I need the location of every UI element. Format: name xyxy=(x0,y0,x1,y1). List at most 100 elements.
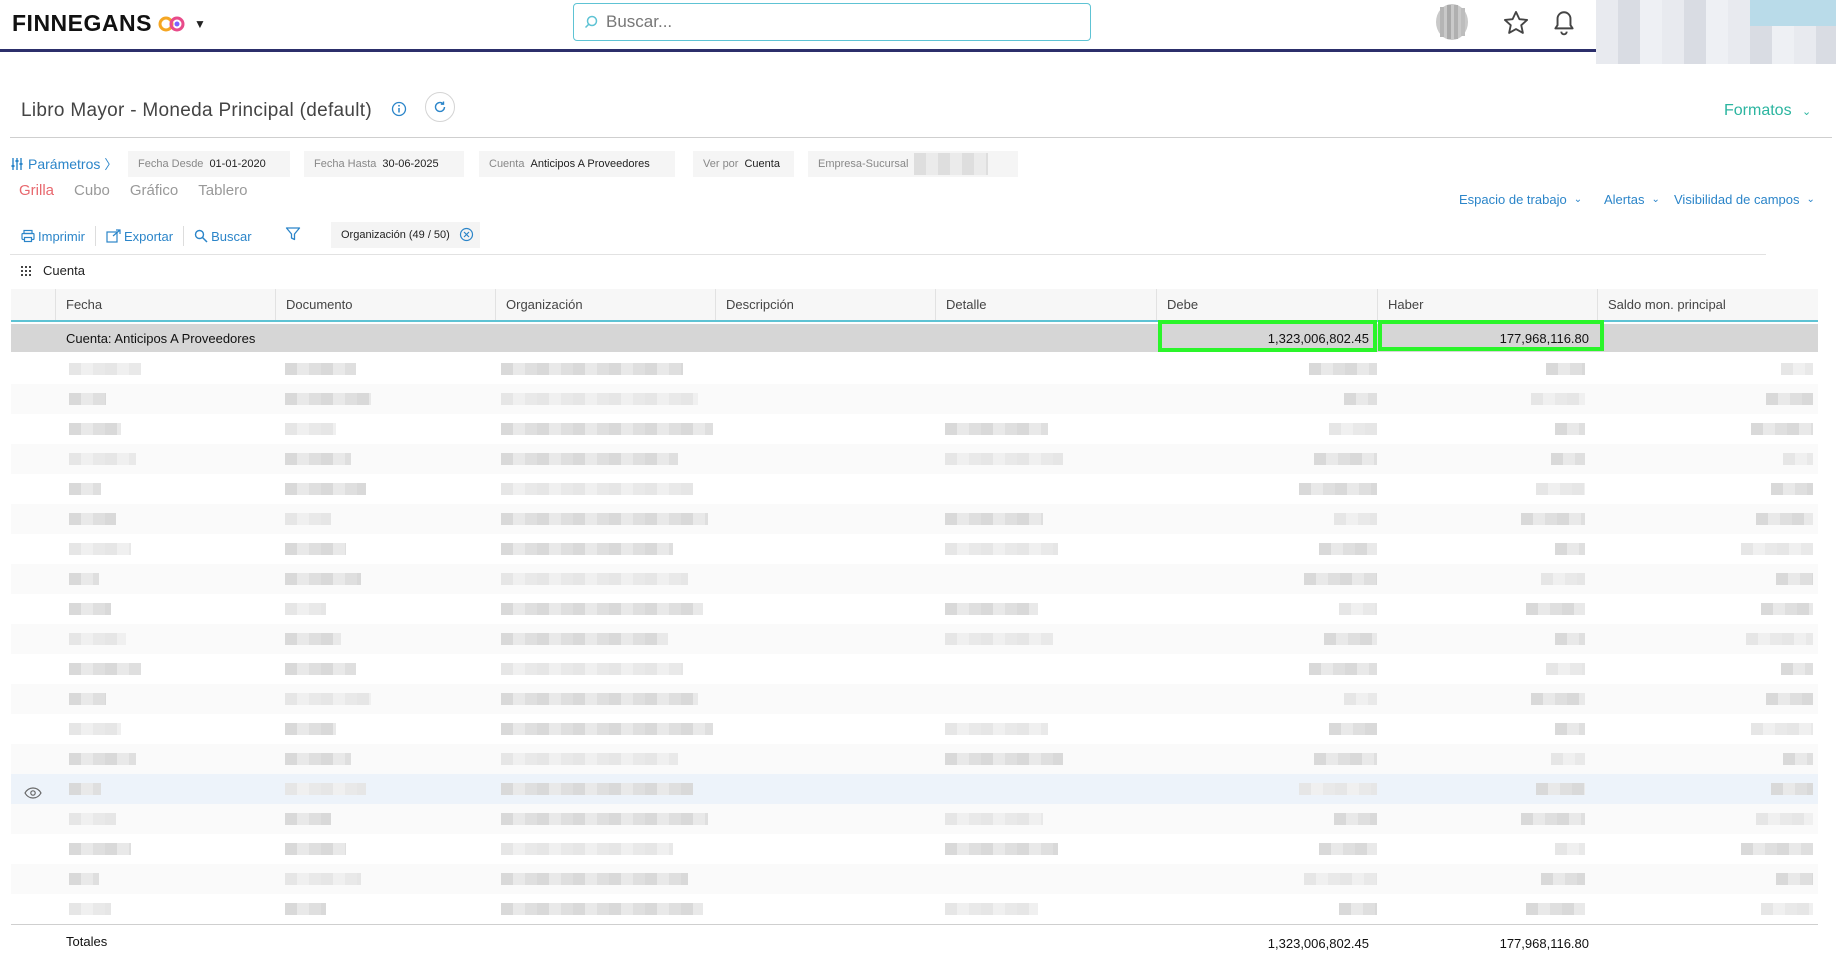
alertas-dropdown[interactable]: Alertas ⌄ xyxy=(1604,192,1660,207)
redacted-cell xyxy=(69,513,116,525)
visibilidad-campos-label: Visibilidad de campos xyxy=(1674,192,1800,207)
redacted-cell xyxy=(501,873,688,885)
redacted-cell xyxy=(1521,813,1585,825)
redacted-cell xyxy=(285,843,346,855)
table-row[interactable] xyxy=(11,744,1818,774)
column-header-fecha[interactable]: Fecha xyxy=(55,289,275,320)
table-row[interactable] xyxy=(11,804,1818,834)
param-fecha-hasta[interactable]: Fecha Hasta 30-06-2025 xyxy=(304,151,464,177)
table-row[interactable] xyxy=(11,834,1818,864)
param-fecha-desde[interactable]: Fecha Desde 01-01-2020 xyxy=(128,151,290,177)
grouping-chip-cuenta[interactable]: Cuenta xyxy=(43,263,85,278)
visibilidad-campos-dropdown[interactable]: Visibilidad de campos ⌄ xyxy=(1674,192,1815,207)
redacted-cell xyxy=(1783,753,1813,765)
redacted-cell xyxy=(501,903,703,915)
redacted-cell xyxy=(1319,543,1377,555)
brand-menu-chevron-icon[interactable]: ▼ xyxy=(194,17,206,31)
redacted-cell xyxy=(501,543,673,555)
redacted-cell xyxy=(945,843,1058,855)
tab-grafico[interactable]: Gráfico xyxy=(130,182,178,199)
redacted-cell xyxy=(1344,393,1377,405)
grid-dots-icon[interactable] xyxy=(21,265,31,276)
column-header-haber[interactable]: Haber xyxy=(1377,289,1597,320)
redacted-cell xyxy=(285,633,341,645)
table-row[interactable] xyxy=(11,414,1818,444)
table-row[interactable] xyxy=(11,684,1818,714)
param-value: Cuenta xyxy=(744,158,780,170)
redacted-cell xyxy=(1339,903,1377,915)
notifications-bell-icon[interactable] xyxy=(1546,6,1582,40)
global-search[interactable] xyxy=(573,3,1091,41)
column-header-debe[interactable]: Debe xyxy=(1156,289,1377,320)
tab-tablero[interactable]: Tablero xyxy=(198,182,247,199)
remove-filter-close-icon[interactable] xyxy=(459,227,474,245)
table-row[interactable] xyxy=(11,894,1818,924)
redacted-cell xyxy=(501,813,708,825)
grid-search-button[interactable]: Buscar xyxy=(194,229,261,244)
table-row[interactable] xyxy=(11,594,1818,624)
alertas-label: Alertas xyxy=(1604,192,1645,207)
redacted-cell xyxy=(1334,813,1377,825)
row-selector-header xyxy=(11,289,55,320)
table-row[interactable] xyxy=(11,474,1818,504)
column-header-descripcion[interactable]: Descripción xyxy=(715,289,935,320)
company-avatar[interactable] xyxy=(1434,3,1470,41)
redacted-cell xyxy=(1766,393,1813,405)
column-header-saldo[interactable]: Saldo mon. principal xyxy=(1597,289,1818,320)
print-button[interactable]: Imprimir xyxy=(21,229,95,244)
redacted-cell xyxy=(1756,813,1813,825)
organizacion-filter-chip[interactable]: Organización (49 / 50) xyxy=(331,222,480,248)
formatos-dropdown[interactable]: Formatos ⌄ xyxy=(1724,102,1811,120)
column-header-organizacion[interactable]: Organización xyxy=(495,289,715,320)
table-row[interactable] xyxy=(11,384,1818,414)
redacted-cell xyxy=(1756,513,1813,525)
refresh-button[interactable] xyxy=(425,92,455,122)
eye-icon[interactable] xyxy=(24,787,42,802)
user-menu[interactable] xyxy=(1596,0,1836,64)
column-header-detalle[interactable]: Detalle xyxy=(935,289,1156,320)
table-row[interactable] xyxy=(11,654,1818,684)
param-empresa-sucursal[interactable]: Empresa-Sucursal xyxy=(808,151,1018,177)
table-row[interactable] xyxy=(11,504,1818,534)
brand-name: FINNEGANS xyxy=(12,10,152,36)
param-value: 30-06-2025 xyxy=(382,158,439,170)
table-row[interactable] xyxy=(11,564,1818,594)
redacted-cell xyxy=(285,453,351,465)
redacted-cell xyxy=(1555,723,1585,735)
view-tabs: Grilla Cubo Gráfico Tablero xyxy=(19,182,247,199)
redacted-cell xyxy=(501,843,673,855)
filter-icon[interactable] xyxy=(285,226,301,245)
param-label: Empresa-Sucursal xyxy=(818,158,909,170)
table-row[interactable] xyxy=(11,354,1818,384)
redacted-cell xyxy=(1541,573,1585,585)
table-row[interactable] xyxy=(11,624,1818,654)
param-ver-por[interactable]: Ver por Cuenta xyxy=(693,151,794,177)
info-icon[interactable] xyxy=(391,101,407,120)
favorites-star-icon[interactable] xyxy=(1498,6,1534,40)
redacted-cell xyxy=(1319,843,1377,855)
table-row[interactable] xyxy=(11,774,1818,804)
espacio-trabajo-dropdown[interactable]: Espacio de trabajo ⌄ xyxy=(1459,192,1582,207)
table-row[interactable] xyxy=(11,714,1818,744)
parametros-link[interactable]: Parámetros 〉 xyxy=(10,154,117,173)
redacted-cell xyxy=(1761,603,1813,615)
column-header-documento[interactable]: Documento xyxy=(275,289,495,320)
export-button[interactable]: Exportar xyxy=(106,229,183,244)
table-row[interactable] xyxy=(11,864,1818,894)
redacted-cell xyxy=(69,603,111,615)
grid-body xyxy=(11,354,1818,924)
param-cuenta[interactable]: Cuenta Anticipos A Proveedores xyxy=(479,151,675,177)
redacted-cell xyxy=(501,483,693,495)
redacted-cell xyxy=(69,903,111,915)
table-row[interactable] xyxy=(11,444,1818,474)
redacted-cell xyxy=(1746,633,1813,645)
redacted-cell xyxy=(69,393,106,405)
table-row[interactable] xyxy=(11,534,1818,564)
redacted-cell xyxy=(501,573,688,585)
brand-logo[interactable]: FINNEGANS ▼ xyxy=(12,10,206,37)
chevron-down-icon: ⌄ xyxy=(1802,106,1812,118)
redacted-cell xyxy=(1329,723,1377,735)
search-input[interactable] xyxy=(606,12,1066,32)
tab-cubo[interactable]: Cubo xyxy=(74,182,110,199)
tab-grilla[interactable]: Grilla xyxy=(19,182,54,199)
